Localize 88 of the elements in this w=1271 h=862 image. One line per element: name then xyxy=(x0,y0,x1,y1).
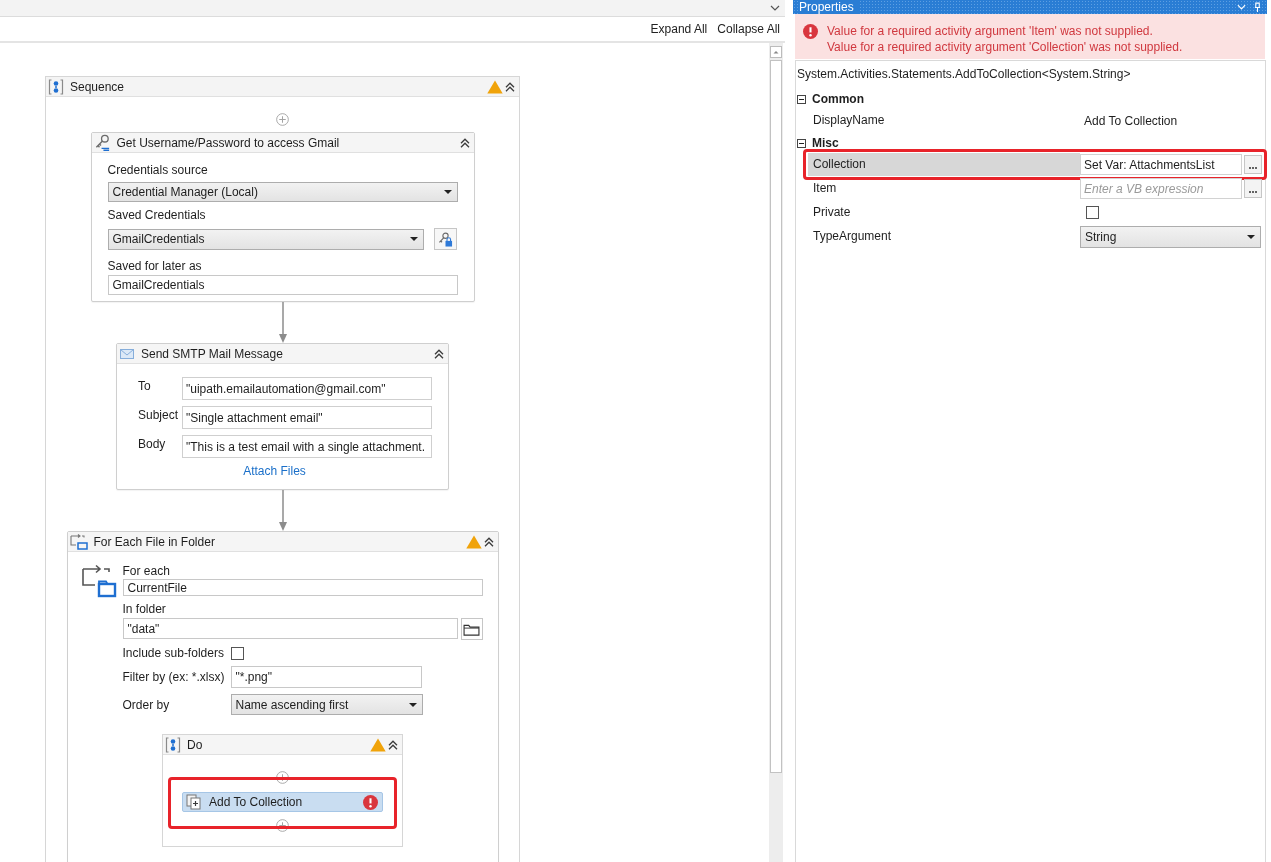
dropdown[interactable]: Credential Manager (Local) xyxy=(107,182,458,202)
property-name[interactable]: Collection xyxy=(808,153,1080,176)
minus-box-icon[interactable] xyxy=(797,94,806,104)
type-name: System.Activities.Statements.AddToCollection<System.String> xyxy=(796,66,1132,83)
add-activity-icon[interactable] xyxy=(276,819,289,832)
checkbox[interactable] xyxy=(1086,206,1099,219)
connector-arrow xyxy=(277,490,288,531)
loop-folder-icon xyxy=(80,564,117,598)
activity-title: Get Username/Password to access Gmail xyxy=(116,135,340,150)
expression-field[interactable]: Enter a VB expression xyxy=(1080,178,1242,199)
field-label: Credentials source xyxy=(107,163,209,177)
documents-plus-icon xyxy=(186,794,202,810)
error-message: Value for a required activity argument 'Item' was not supplied. xyxy=(827,23,1154,39)
expression-field[interactable]: Set Var: AttachmentsList xyxy=(1080,154,1242,175)
activity-title: Do xyxy=(187,737,203,752)
sequence-icon xyxy=(48,78,64,95)
field-label: Body xyxy=(138,436,167,451)
toolbar-button[interactable]: Expand All xyxy=(650,22,708,36)
field-label: Subject xyxy=(138,407,180,422)
collapse-button[interactable] xyxy=(483,536,494,547)
double-chevron-up-icon xyxy=(388,739,398,750)
caret-icon xyxy=(408,702,417,707)
activity-card[interactable]: For Each File in Folder For each CurrentFile In folder "data" Include sub-folders Filter by (ex: *.xlsx) "*.png" Order by Name ascending first Do Add To Collection xyxy=(66,531,499,862)
property-name[interactable]: Private xyxy=(808,201,1080,224)
activity-title: Sequence xyxy=(70,79,125,94)
property-name[interactable]: DisplayName xyxy=(808,109,1080,132)
property-name[interactable]: TypeArgument xyxy=(808,225,1080,248)
text-field[interactable]: "data" xyxy=(122,618,458,639)
collapse-button[interactable] xyxy=(434,348,444,359)
activity-card[interactable]: Get Username/Password to access Gmail Credentials source Credential Manager (Local) Saved Credentials GmailCredentials Saved for later as GmailCredentials xyxy=(90,132,475,302)
text-field[interactable]: "*.png" xyxy=(230,666,422,688)
field-label: To xyxy=(138,378,152,393)
credential-button[interactable] xyxy=(433,228,457,250)
key-lock-icon xyxy=(437,231,453,247)
toolbar-button[interactable]: Collapse All xyxy=(717,22,780,36)
error-icon xyxy=(803,24,818,39)
activity-card[interactable]: Send SMTP Mail Message To "uipath.emailautomation@gmail.com" Subject "Single attachment email" Body "This is a test email with a single attachment. Attach Files xyxy=(116,343,449,490)
activity-title: Add To Collection xyxy=(209,795,303,809)
field-label: Saved Credentials xyxy=(107,208,207,222)
double-chevron-up-icon xyxy=(434,348,444,359)
add-activity-icon[interactable] xyxy=(276,771,289,784)
field-label: Saved for later as xyxy=(107,259,203,273)
dropdown[interactable]: GmailCredentials xyxy=(107,228,424,250)
ellipsis-button[interactable] xyxy=(1244,179,1262,198)
property-name[interactable]: Item xyxy=(808,177,1080,200)
field-label: In folder xyxy=(122,602,167,616)
attach-files-link[interactable]: Attach Files xyxy=(243,464,306,478)
caret-icon xyxy=(409,237,418,241)
collapse-button[interactable] xyxy=(388,739,398,750)
dropdown[interactable]: String xyxy=(1080,225,1261,248)
checkbox[interactable] xyxy=(230,646,244,660)
loop-folder-icon xyxy=(69,533,88,550)
panel-title: Properties xyxy=(799,0,860,14)
text-field[interactable]: "uipath.emailautomation@gmail.com" xyxy=(182,377,432,400)
field-label: Order by xyxy=(122,697,170,712)
field-label: Filter by (ex: *.xlsx) xyxy=(122,670,225,684)
collapse-button[interactable] xyxy=(505,81,515,92)
envelope-icon xyxy=(119,347,135,360)
activity-title: For Each File in Folder xyxy=(93,534,215,549)
browse-folder-button[interactable] xyxy=(460,618,483,640)
caret-icon xyxy=(443,190,452,194)
error-message: Value for a required activity argument 'Collection' was not supplied. xyxy=(827,39,1183,55)
text-field[interactable]: CurrentFile xyxy=(122,579,483,596)
field-label: For each xyxy=(122,564,171,578)
sequence-icon xyxy=(165,736,181,753)
caret-icon xyxy=(1247,234,1255,239)
minus-box-icon[interactable] xyxy=(797,138,806,148)
double-chevron-up-icon xyxy=(505,81,515,92)
text-field[interactable]: "Single attachment email" xyxy=(182,406,432,429)
dropdown[interactable]: Name ascending first xyxy=(230,694,423,715)
connector-arrow xyxy=(277,302,288,343)
key-icon xyxy=(93,134,111,151)
activity-title: Send SMTP Mail Message xyxy=(141,346,283,361)
category-name: Misc xyxy=(812,136,839,150)
chevron-down-icon[interactable] xyxy=(770,5,780,11)
ellipsis-button[interactable] xyxy=(1244,155,1262,174)
collapse-button[interactable] xyxy=(459,137,470,148)
folder-icon xyxy=(463,622,480,636)
double-chevron-up-icon xyxy=(459,137,470,148)
field-label: Include sub-folders xyxy=(122,646,224,660)
text-field[interactable]: GmailCredentials xyxy=(107,275,458,295)
double-chevron-up-icon xyxy=(483,536,494,547)
scrollbar-thumb[interactable] xyxy=(770,60,782,773)
property-value: Add To Collection xyxy=(1083,113,1178,128)
pin-icon[interactable] xyxy=(1254,1,1261,13)
category-name: Common xyxy=(812,92,864,106)
text-field[interactable]: "This is a test email with a single attachment. xyxy=(182,435,432,458)
activity-item[interactable]: Add To Collection xyxy=(182,792,383,812)
